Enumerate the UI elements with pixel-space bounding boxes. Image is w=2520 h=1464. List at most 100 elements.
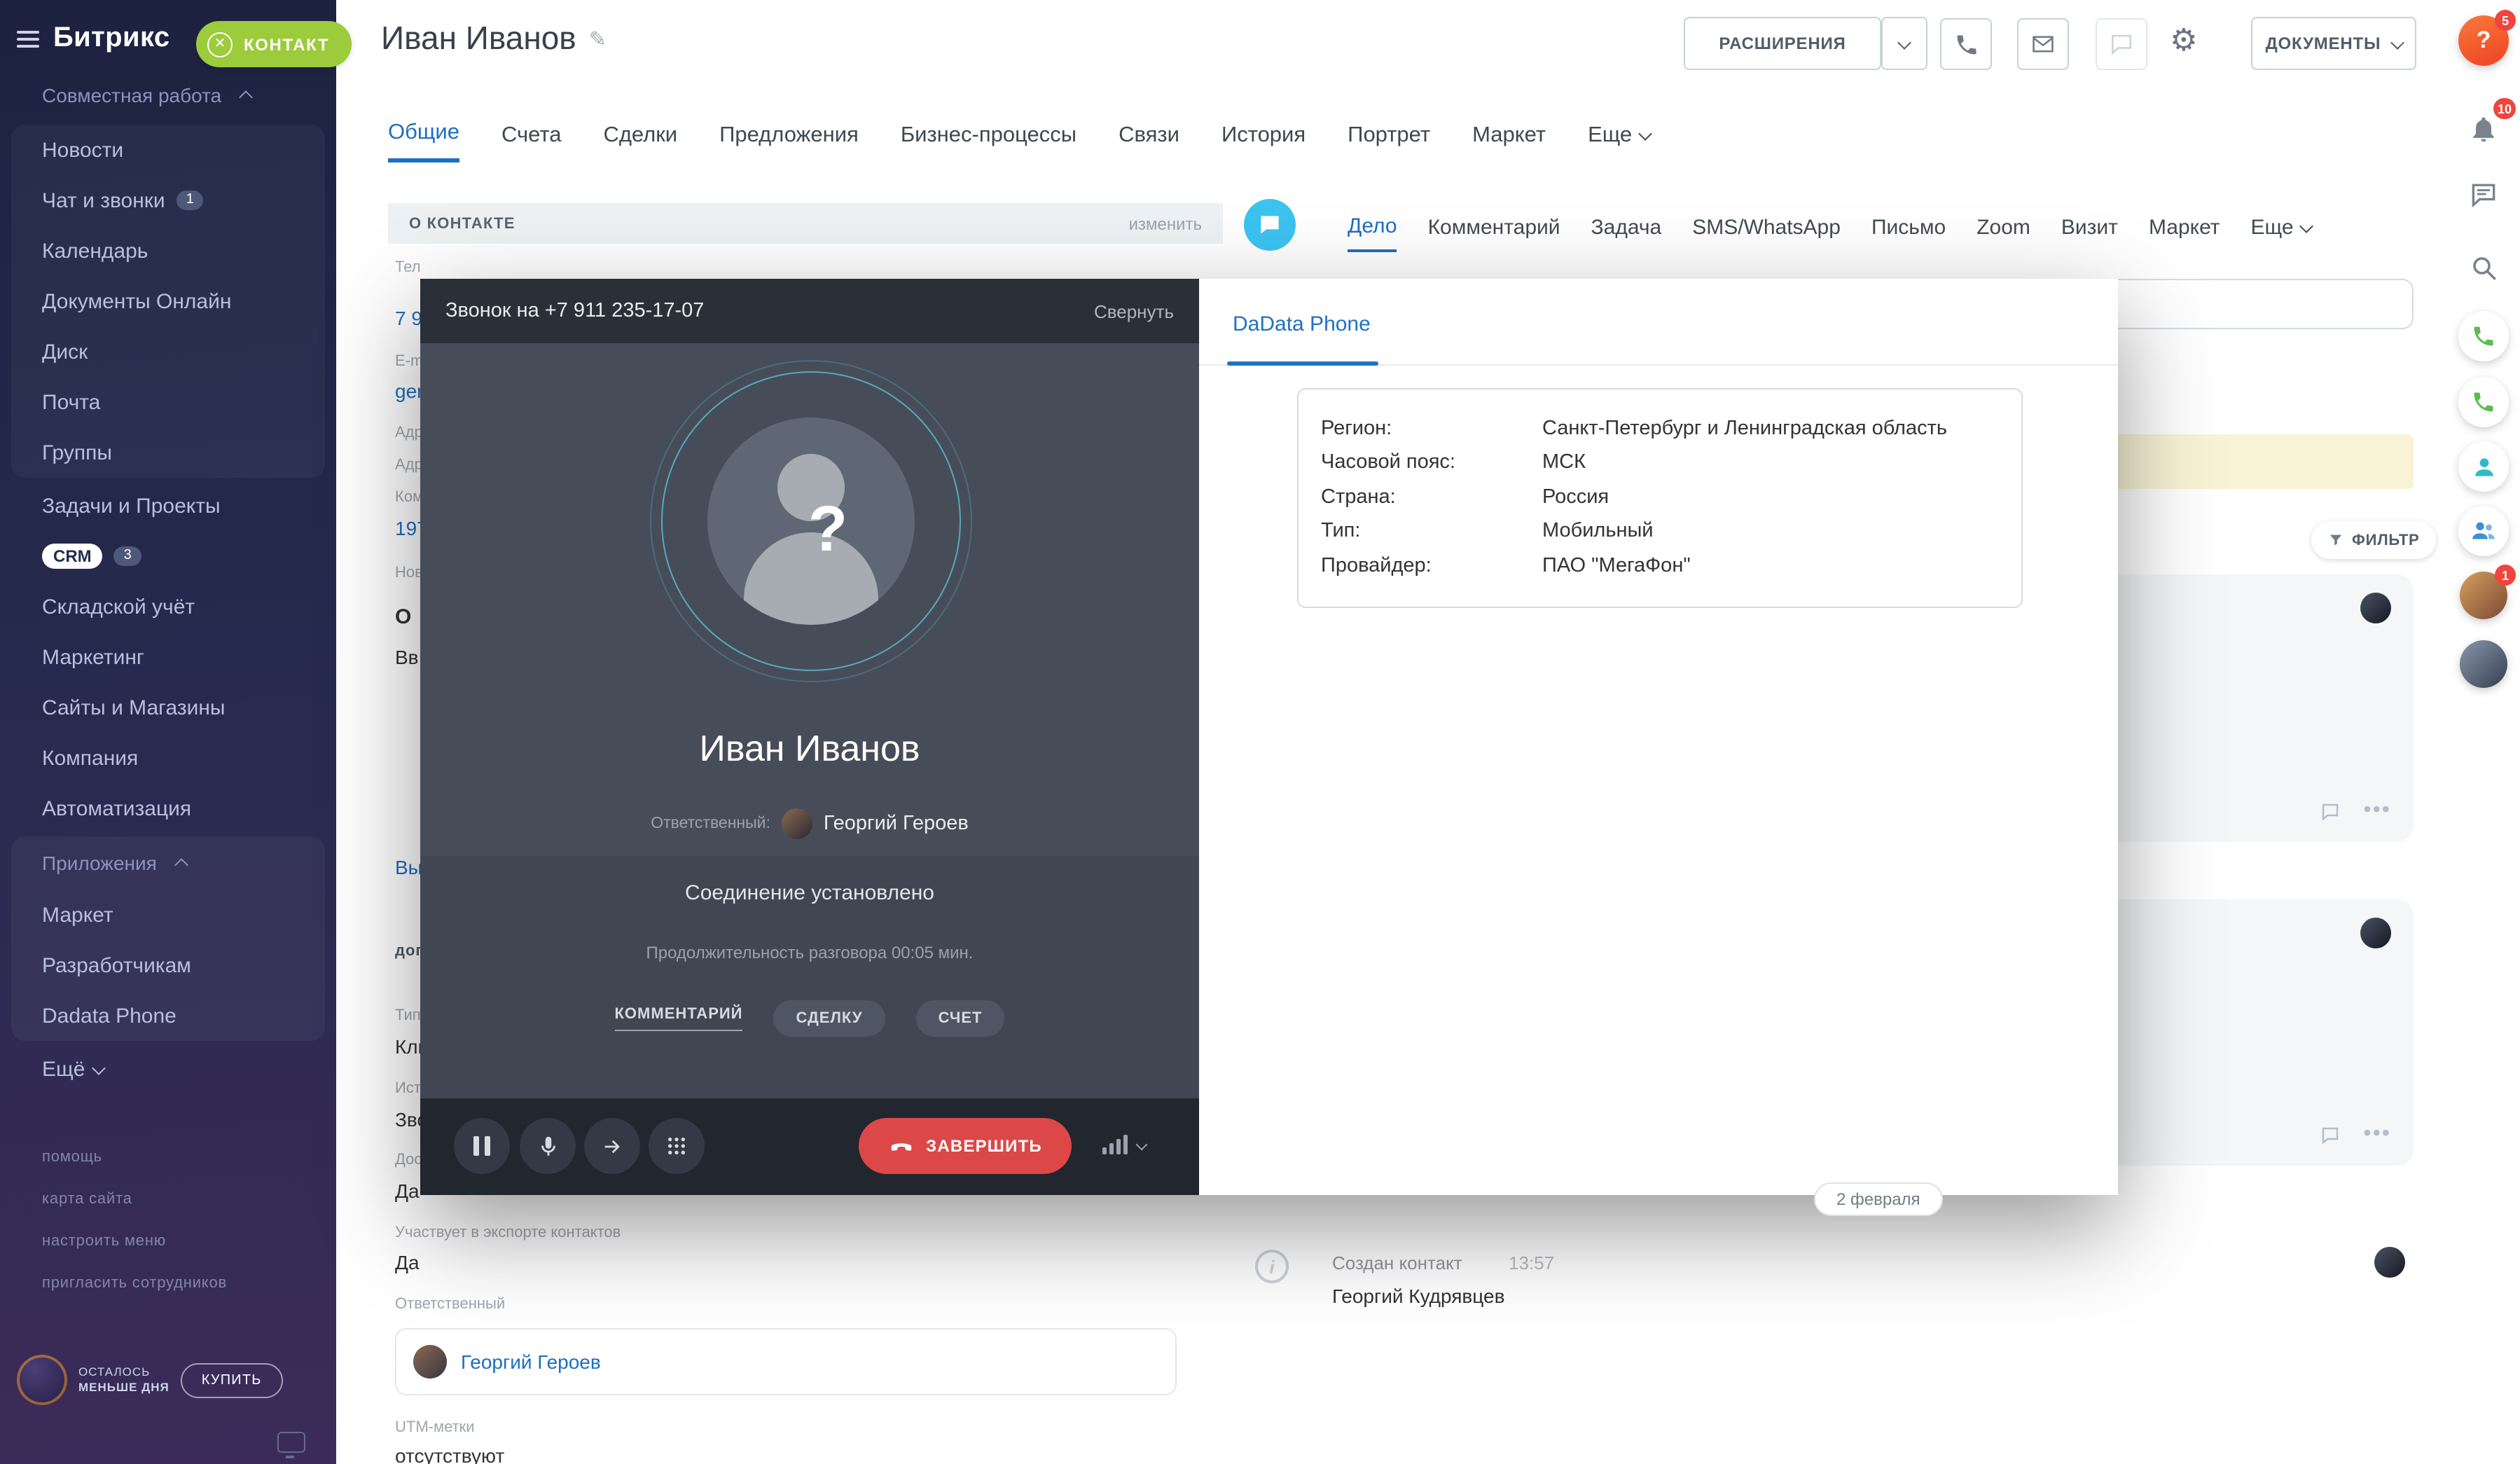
sidebar-section-apps[interactable]: Приложения: [11, 836, 325, 890]
stream-tab-activity[interactable]: Дело: [1348, 214, 1397, 252]
note-icon[interactable]: [2320, 1124, 2341, 1145]
contact-card-button[interactable]: [2458, 441, 2509, 492]
sidebar-item-tasks-projects[interactable]: Задачи и Проекты: [0, 481, 336, 531]
stream-tab-letter[interactable]: Письмо: [1871, 214, 1946, 252]
sidebar-item-calendar[interactable]: Календарь: [11, 226, 325, 276]
user-avatar-button[interactable]: [2458, 639, 2509, 689]
ellipsis-menu-icon[interactable]: •••: [2363, 1122, 2391, 1147]
contact-panel-edit-link[interactable]: изменить: [1129, 214, 1202, 233]
sidebar-item-sites-stores[interactable]: Сайты и Магазины: [0, 682, 336, 733]
entity-type-badge[interactable]: ✕ КОНТАКТ: [196, 21, 352, 67]
search-button[interactable]: [2458, 242, 2509, 293]
avatar: [413, 1345, 447, 1379]
add-invoice-action[interactable]: СЧЕТ: [916, 1000, 1005, 1037]
mute-microphone-button[interactable]: [520, 1118, 576, 1174]
tab-business-processes[interactable]: Бизнес-процессы: [901, 120, 1076, 163]
tab-history[interactable]: История: [1221, 120, 1306, 163]
telephony-button[interactable]: [2458, 311, 2509, 361]
sidebar-item-chat-calls[interactable]: Чат и звонки1: [11, 175, 325, 226]
sidebar-link-help[interactable]: помощь: [0, 1136, 336, 1178]
contact-name-title: Иван Иванов: [381, 20, 576, 57]
tab-links[interactable]: Связи: [1119, 120, 1179, 163]
tab-quotes[interactable]: Предложения: [719, 120, 859, 163]
collapse-call-button[interactable]: Свернуть: [1094, 301, 1174, 322]
sidebar-item-marketing[interactable]: Маркетинг: [0, 632, 336, 682]
stream-tab-zoom[interactable]: Zoom: [1976, 214, 2030, 252]
sidebar-link-configure-menu[interactable]: настроить меню: [0, 1220, 336, 1262]
close-icon[interactable]: ✕: [207, 32, 233, 57]
responsible-person-row[interactable]: Георгий Героев: [395, 1328, 1177, 1395]
chat-lines-icon: [2468, 179, 2499, 210]
stream-tab-visit[interactable]: Визит: [2061, 214, 2118, 252]
extensions-dropdown-button[interactable]: [1881, 17, 1927, 70]
sidebar-group-apps: Приложения Маркет Разработчикам Dadata P…: [11, 836, 325, 1041]
sidebar-item-developers[interactable]: Разработчикам: [11, 940, 325, 990]
transfer-call-button[interactable]: [584, 1118, 640, 1174]
app-logo[interactable]: Битрикс: [53, 22, 170, 55]
sidebar-item-news[interactable]: Новости: [11, 125, 325, 175]
stream-tab-market[interactable]: Маркет: [2149, 214, 2220, 252]
edit-pencil-icon[interactable]: ✎: [589, 26, 607, 51]
desktop-app-icon[interactable]: [277, 1432, 305, 1453]
dialpad-button[interactable]: [649, 1118, 705, 1174]
responsible-person-link[interactable]: Георгий Героев: [461, 1351, 601, 1373]
sidebar-link-invite-employees[interactable]: пригласить сотрудников: [0, 1262, 336, 1304]
sidebar-link-sitemap[interactable]: карта сайта: [0, 1178, 336, 1220]
documents-button[interactable]: ДОКУМЕНТЫ: [2251, 17, 2416, 70]
sidebar-item-crm[interactable]: CRM3: [0, 531, 336, 581]
tab-label: Предложения: [719, 123, 859, 148]
tab-general[interactable]: Общие: [388, 120, 459, 163]
end-call-button[interactable]: ЗАВЕРШИТЬ: [859, 1118, 1072, 1174]
tab-invoices[interactable]: Счета: [501, 120, 562, 163]
contact-panel-title: О КОНТАКТЕ: [409, 215, 515, 232]
users-button[interactable]: [2458, 506, 2509, 556]
stream-tab-task[interactable]: Задача: [1591, 214, 1662, 252]
sidebar-item-company[interactable]: Компания: [0, 733, 336, 783]
sidebar-item-inventory[interactable]: Складской учёт: [0, 581, 336, 632]
notifications-button[interactable]: 10: [2458, 104, 2509, 154]
timeline-event-author[interactable]: Георгий Кудрявцев: [1332, 1285, 1504, 1307]
info-value: Санкт-Петербург и Ленинградская область: [1542, 412, 1947, 446]
gear-icon[interactable]: ⚙: [2170, 24, 2197, 59]
timeline-filter-button[interactable]: ФИЛЬТР: [2311, 521, 2437, 559]
sidebar-menu: Совместная работа Новости Чат и звонки1 …: [0, 66, 336, 1097]
call-quality-indicator[interactable]: [1102, 1135, 1146, 1154]
item-label: Задачи и Проекты: [42, 494, 221, 518]
stream-tab-more[interactable]: Еще: [2251, 214, 2312, 252]
extensions-button[interactable]: РАСШИРЕНИЯ: [1684, 17, 1881, 70]
stream-tab-sms-whatsapp[interactable]: SMS/WhatsApp: [1692, 214, 1841, 252]
sidebar-item-groups[interactable]: Группы: [11, 427, 325, 478]
timeline-date-pill[interactable]: 2 февраля: [1814, 1182, 1943, 1216]
buy-button[interactable]: КУПИТЬ: [181, 1362, 283, 1397]
note-icon[interactable]: [2320, 801, 2341, 822]
callback-button[interactable]: [2458, 377, 2509, 427]
sidebar-item-documents-online[interactable]: Документы Онлайн: [11, 276, 325, 326]
hamburger-menu-icon[interactable]: [17, 26, 39, 51]
chat-button[interactable]: [2096, 18, 2147, 70]
tab-portrait[interactable]: Портрет: [1348, 120, 1430, 163]
tab-label: Связи: [1119, 123, 1179, 148]
sidebar-item-more[interactable]: Ещё: [0, 1044, 336, 1094]
stream-tab-comment[interactable]: Комментарий: [1428, 214, 1560, 252]
email-button[interactable]: [2017, 18, 2069, 70]
sidebar-item-dadata-phone[interactable]: Dadata Phone: [11, 990, 325, 1041]
add-comment-action[interactable]: КОММЕНТАРИЙ: [615, 1006, 743, 1031]
hold-call-button[interactable]: [454, 1118, 510, 1174]
tab-market[interactable]: Маркет: [1472, 120, 1546, 163]
keypad-grid-icon: [665, 1135, 688, 1157]
sidebar-item-market[interactable]: Маркет: [11, 890, 325, 940]
tab-deals[interactable]: Сделки: [603, 120, 677, 163]
help-button[interactable]: ? 5: [2458, 15, 2509, 66]
ellipsis-menu-icon[interactable]: •••: [2363, 799, 2391, 824]
sidebar-item-disk[interactable]: Диск: [11, 326, 325, 377]
sidebar-item-automation[interactable]: Автоматизация: [0, 783, 336, 834]
user-avatar-button[interactable]: 1: [2458, 570, 2509, 621]
contact-field-fragment[interactable]: ger: [395, 380, 423, 402]
call-button[interactable]: [1940, 18, 1992, 70]
messenger-button[interactable]: [2458, 170, 2509, 220]
sidebar-section-collaboration[interactable]: Совместная работа: [0, 69, 336, 122]
add-deal-action[interactable]: СДЕЛКУ: [774, 1000, 885, 1037]
tab-more[interactable]: Еще: [1588, 120, 1650, 163]
sidebar-item-mail[interactable]: Почта: [11, 377, 325, 427]
dadata-tab[interactable]: DaData Phone: [1233, 312, 1371, 336]
